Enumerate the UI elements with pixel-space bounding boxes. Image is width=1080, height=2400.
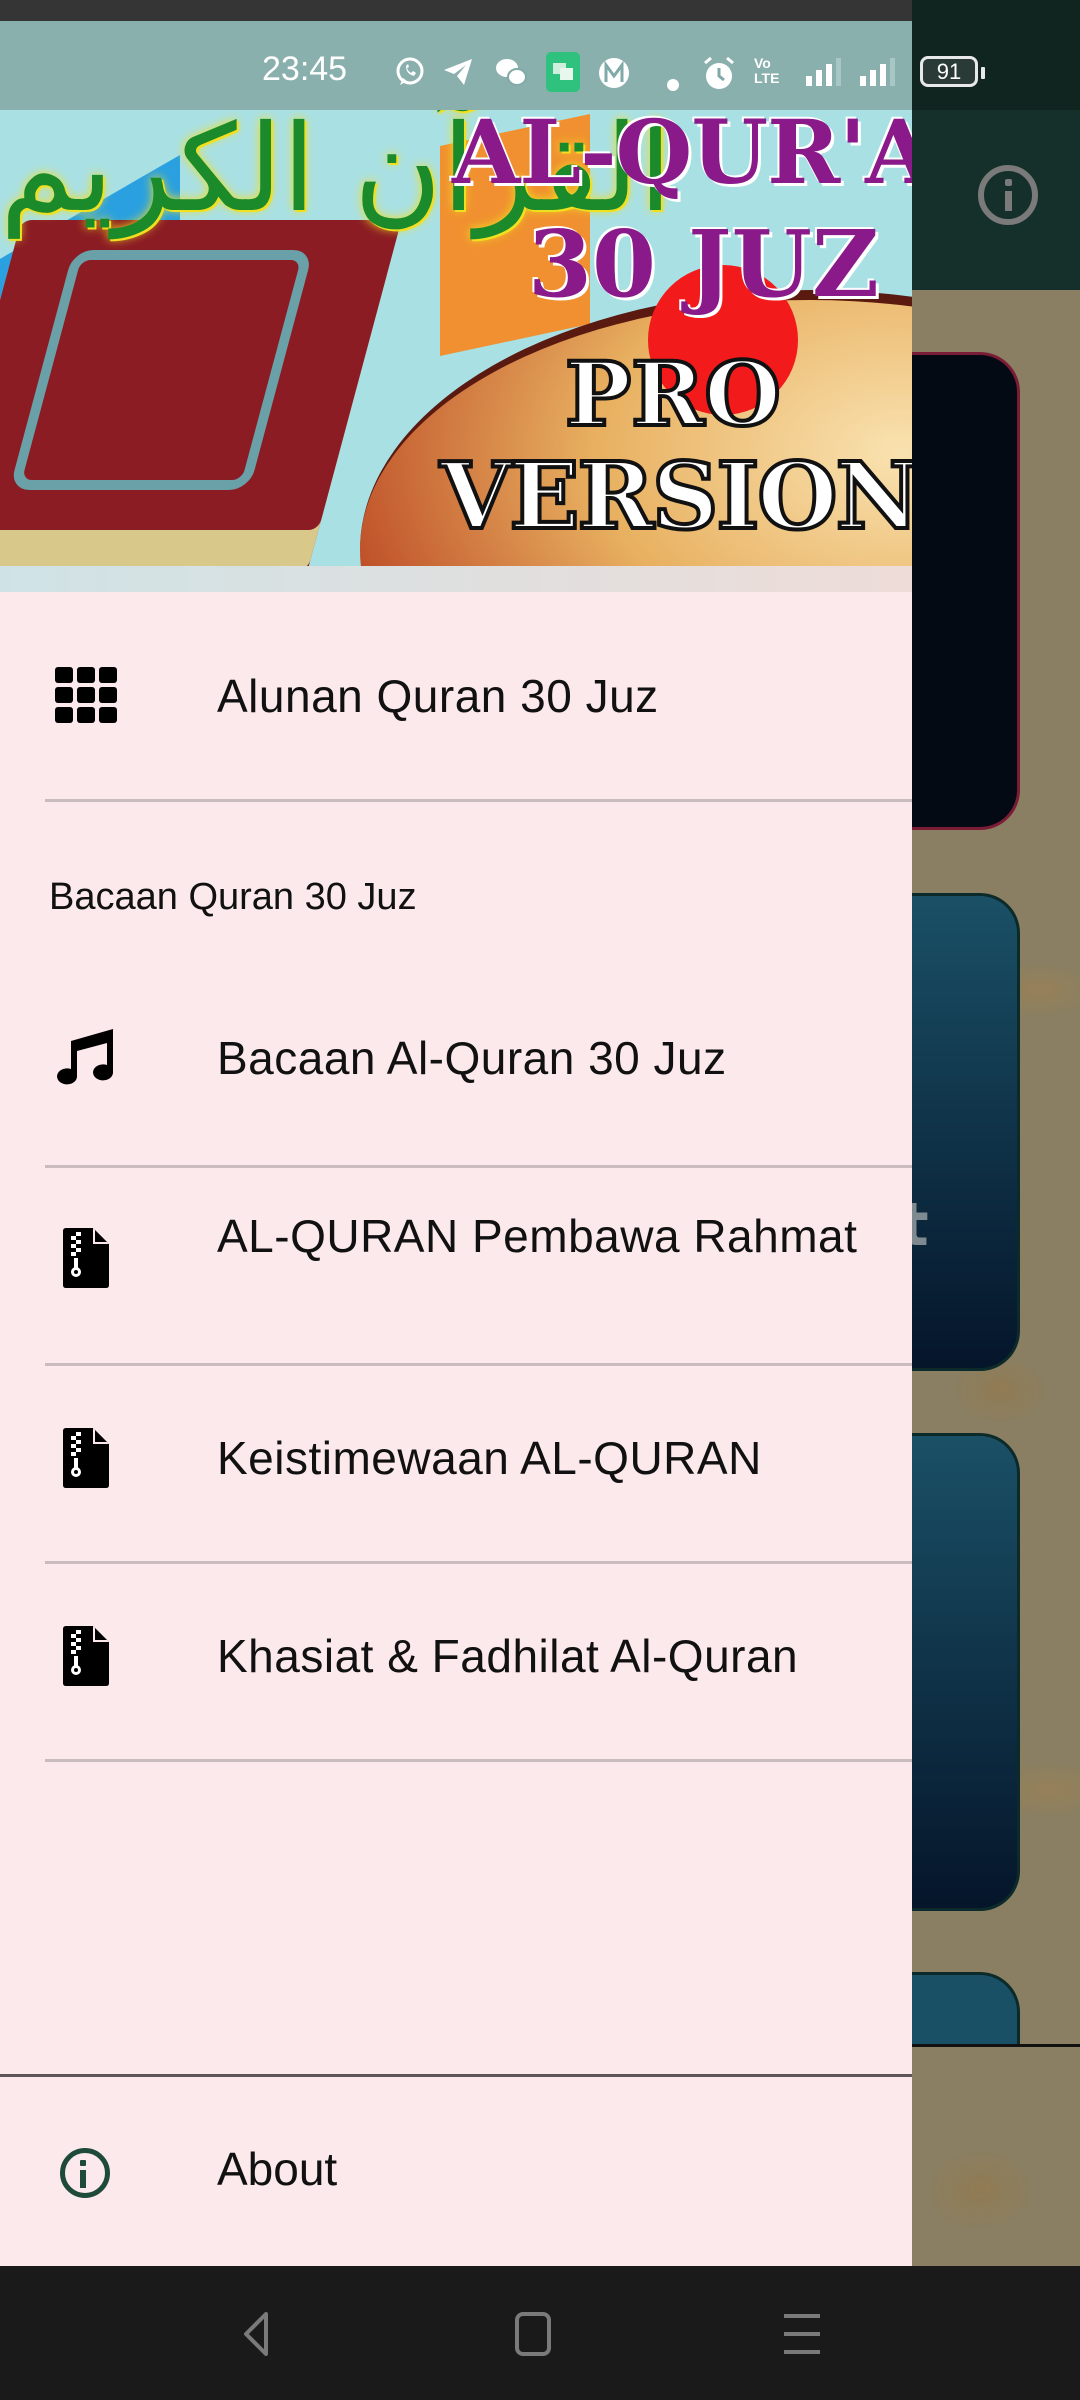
menu-item-label: Khasiat & Fadhilat Al-Quran <box>217 1630 799 1682</box>
battery-indicator: 91 <box>920 56 985 87</box>
zip-file-icon <box>54 1426 118 1490</box>
signal-sim1-icon <box>806 56 842 88</box>
status-time: 23:45 <box>262 50 348 88</box>
menu-item-bacaan-al-quran[interactable]: Bacaan Al-Quran 30 Juz <box>0 966 912 1156</box>
menu-item-keistimewaan[interactable]: Keistimewaan AL-QURAN <box>0 1366 912 1562</box>
zip-file-icon <box>54 1226 118 1290</box>
divider <box>912 2044 1080 2047</box>
music-note-icon <box>54 1026 118 1090</box>
chat-app-icon <box>546 52 580 92</box>
recents-button[interactable] <box>772 2304 832 2364</box>
volte-lte-icon: Vo LTE <box>754 56 779 88</box>
system-navigation-bar <box>0 2266 1080 2400</box>
telegram-icon <box>442 56 474 88</box>
home-button[interactable] <box>502 2304 562 2364</box>
quran-book-image <box>0 220 402 530</box>
navigation-drawer: القرآن الكريم AL-QUR'AN 30 JUZ PRO VERSI… <box>0 0 912 2266</box>
m-app-icon <box>598 56 630 88</box>
banner-title-line2: 30 JUZ <box>528 210 879 318</box>
back-button[interactable] <box>232 2304 292 2364</box>
dot-icon <box>667 66 679 98</box>
banner-title-line4: VERSION <box>438 440 912 552</box>
alarm-icon <box>702 56 736 89</box>
lte-label: LTE <box>754 70 780 86</box>
menu-item-about[interactable]: About <box>0 2078 912 2266</box>
home-icon <box>515 2312 551 2356</box>
zip-file-icon <box>54 1624 118 1688</box>
menu-item-pembawa-rahmat[interactable]: AL-QURAN Pembawa Rahmat <box>0 1168 912 1364</box>
menu-item-label: Keistimewaan AL-QURAN <box>217 1432 762 1484</box>
banner-bottom-band <box>0 566 912 592</box>
grid-icon <box>54 663 118 727</box>
info-icon <box>60 2148 110 2198</box>
status-bar: 23:45 Vo LTE 91 <box>0 0 1080 110</box>
drawer-header-banner: القرآن الكريم AL-QUR'AN 30 JUZ PRO VERSI… <box>0 110 912 592</box>
volte-label: Vo <box>754 55 771 71</box>
divider <box>45 1759 912 1762</box>
menu-lines-icon <box>784 2314 820 2354</box>
menu-item-label: Alunan Quran 30 Juz <box>217 670 659 722</box>
menu-item-alunan-quran[interactable]: Alunan Quran 30 Juz <box>0 592 912 798</box>
banner-title-line3: PRO <box>563 340 783 448</box>
menu-item-label: About <box>217 2143 338 2195</box>
info-icon[interactable] <box>978 165 1038 225</box>
wechat-icon <box>494 56 528 88</box>
whatsapp-icon <box>394 56 426 88</box>
back-icon <box>244 2312 268 2356</box>
footer-divider <box>0 2074 912 2077</box>
status-strip <box>0 0 912 21</box>
signal-sim2-icon <box>860 56 896 88</box>
banner-title-line1: AL-QUR'AN <box>452 110 912 204</box>
menu-item-khasiat-fadhilat[interactable]: Khasiat & Fadhilat Al-Quran <box>0 1564 912 1760</box>
menu-item-label: AL-QURAN Pembawa Rahmat <box>217 1210 858 1262</box>
book-cover-ornament <box>9 250 314 490</box>
divider <box>45 799 912 802</box>
menu-item-label: Bacaan Al-Quran 30 Juz <box>217 1032 727 1084</box>
section-header: Bacaan Quran 30 Juz <box>49 876 417 918</box>
